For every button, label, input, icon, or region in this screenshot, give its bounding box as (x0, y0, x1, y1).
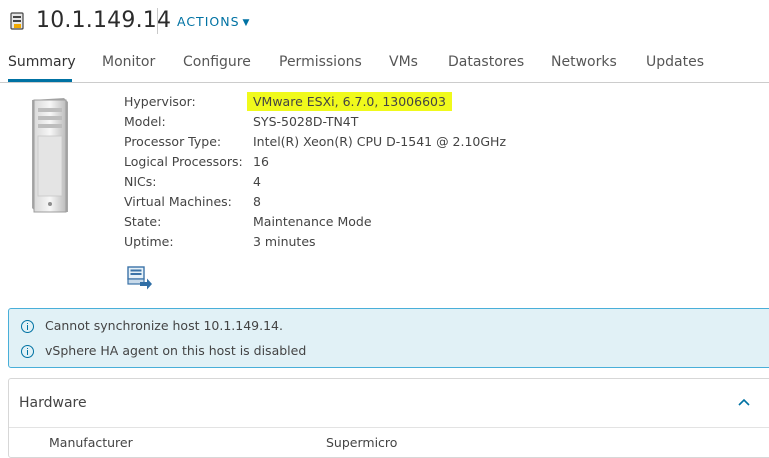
hardware-row: Manufacturer Supermicro (49, 435, 397, 450)
tab-updates[interactable]: Updates (646, 54, 704, 70)
chevron-down-icon: ▼ (242, 18, 251, 28)
tab-bar: Summary Monitor Configure Permissions VM… (0, 44, 769, 83)
tab-networks[interactable]: Networks (551, 54, 617, 70)
property-label: Uptime: (124, 234, 174, 249)
tab-configure[interactable]: Configure (183, 54, 251, 70)
alert-text: Cannot synchronize host 10.1.149.14. (45, 318, 283, 333)
hardware-card-divider (9, 427, 769, 428)
active-tab-indicator (8, 79, 72, 82)
property-label: Virtual Machines: (124, 194, 232, 209)
property-value: 16 (253, 154, 269, 169)
property-label: Logical Processors: (124, 154, 243, 169)
chevron-up-icon[interactable] (737, 395, 751, 409)
hardware-card: Hardware Manufacturer Supermicro (8, 378, 769, 458)
alert-banner: Cannot synchronize host 10.1.149.14. vSp… (8, 308, 769, 368)
property-label: NICs: (124, 174, 157, 189)
actions-menu-button[interactable]: ACTIONS ▼ (177, 14, 250, 29)
hardware-card-title: Hardware (19, 395, 87, 411)
tab-monitor[interactable]: Monitor (102, 54, 155, 70)
property-value: 8 (253, 194, 261, 209)
actions-label: ACTIONS (177, 14, 240, 29)
tab-vms[interactable]: VMs (389, 54, 418, 70)
property-label: Processor Type: (124, 134, 222, 149)
tab-summary[interactable]: Summary (8, 54, 76, 70)
info-icon (21, 320, 34, 333)
property-value: Maintenance Mode (253, 214, 372, 229)
property-value: 4 (253, 174, 261, 189)
info-icon (21, 345, 34, 358)
property-label: State: (124, 214, 162, 229)
host-console-icon[interactable] (127, 266, 153, 290)
page-title: 10.1.149.14 (36, 8, 172, 33)
hardware-row-value: Supermicro (326, 435, 398, 450)
tab-datastores[interactable]: Datastores (448, 54, 524, 70)
header-divider (157, 8, 158, 34)
property-value-highlighted: VMware ESXi, 6.7.0, 13006603 (247, 92, 452, 111)
property-value: 3 minutes (253, 234, 316, 249)
property-label: Hypervisor: (124, 94, 196, 109)
property-label: Model: (124, 114, 166, 129)
tab-permissions[interactable]: Permissions (279, 54, 362, 70)
host-icon (10, 12, 24, 30)
server-image (32, 98, 68, 213)
property-value: SYS-5028D-TN4T (253, 114, 359, 129)
property-value: Intel(R) Xeon(R) CPU D-1541 @ 2.10GHz (253, 134, 507, 149)
page-header: 10.1.149.14 ACTIONS ▼ (0, 0, 769, 44)
alert-text: vSphere HA agent on this host is disable… (45, 343, 307, 358)
hardware-row-label: Manufacturer (49, 435, 133, 450)
